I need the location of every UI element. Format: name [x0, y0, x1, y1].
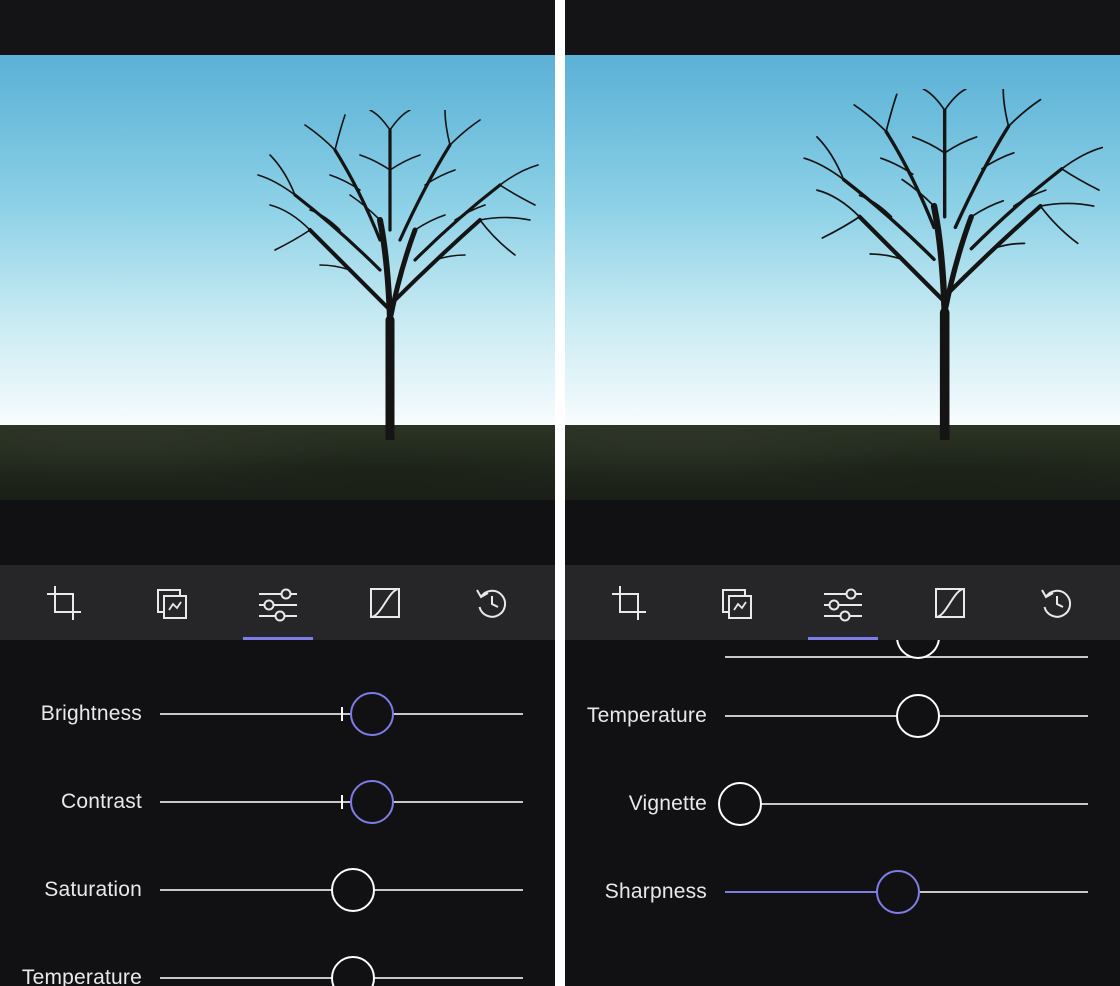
- slider-label: Saturation: [10, 878, 160, 902]
- slider-thumb[interactable]: [350, 692, 394, 736]
- editor-pane-right: Temperature Vignette Sharpness: [565, 0, 1120, 986]
- slider[interactable]: [160, 870, 545, 910]
- photo-tree: [785, 89, 1115, 440]
- adjustments-panel[interactable]: Temperature Vignette Sharpness: [565, 640, 1120, 986]
- tab-revert[interactable]: [447, 565, 537, 640]
- slider[interactable]: [725, 640, 1110, 677]
- slider-thumb[interactable]: [896, 694, 940, 738]
- slider-thumb[interactable]: [331, 868, 375, 912]
- filters-icon: [716, 583, 756, 623]
- tab-curves[interactable]: [340, 565, 430, 640]
- slider-label: Sharpness: [575, 880, 725, 904]
- image-preview[interactable]: [0, 55, 555, 500]
- slider-thumb[interactable]: [718, 782, 762, 826]
- history-icon: [1037, 583, 1077, 623]
- slider-row: Vignette: [575, 760, 1110, 848]
- slider[interactable]: [725, 784, 1110, 824]
- editor-pane-left: Brightness Contrast Saturation Temperature: [0, 0, 555, 986]
- curves-icon: [365, 583, 405, 623]
- slider-row: Temperature: [575, 672, 1110, 760]
- slider-label: Temperature: [10, 966, 160, 986]
- slider-thumb[interactable]: [350, 780, 394, 824]
- slider-row: [575, 642, 1110, 672]
- filters-icon: [151, 583, 191, 623]
- slider[interactable]: [725, 696, 1110, 736]
- tab-crop[interactable]: [584, 565, 674, 640]
- image-preview[interactable]: [565, 55, 1120, 500]
- sliders-icon: [255, 583, 301, 623]
- slider[interactable]: [160, 958, 545, 986]
- tab-revert[interactable]: [1012, 565, 1102, 640]
- adjustments-panel[interactable]: Brightness Contrast Saturation Temperature: [0, 640, 555, 986]
- status-bar: [0, 0, 555, 55]
- tab-crop[interactable]: [19, 565, 109, 640]
- slider-row: Temperature: [10, 934, 545, 986]
- crop-icon: [609, 583, 649, 623]
- slider-row: Contrast: [10, 758, 545, 846]
- slider[interactable]: [725, 872, 1110, 912]
- photo-tree: [240, 110, 550, 440]
- tab-filters[interactable]: [691, 565, 781, 640]
- sliders-icon: [820, 583, 866, 623]
- slider[interactable]: [160, 782, 545, 822]
- tab-curves[interactable]: [905, 565, 995, 640]
- slider-label: Vignette: [575, 792, 725, 816]
- crop-icon: [44, 583, 84, 623]
- status-bar: [565, 0, 1120, 55]
- tab-adjust[interactable]: [233, 565, 323, 640]
- tool-tabs: [565, 565, 1120, 640]
- slider-label: Contrast: [10, 790, 160, 814]
- tool-tabs: [0, 565, 555, 640]
- slider-row: Brightness: [10, 670, 545, 758]
- slider-label: Temperature: [575, 704, 725, 728]
- slider-label: Brightness: [10, 702, 160, 726]
- tab-adjust[interactable]: [798, 565, 888, 640]
- curves-icon: [930, 583, 970, 623]
- slider[interactable]: [160, 694, 545, 734]
- slider-thumb[interactable]: [331, 956, 375, 986]
- slider-row: Sharpness: [575, 848, 1110, 936]
- slider-thumb[interactable]: [876, 870, 920, 914]
- tab-filters[interactable]: [126, 565, 216, 640]
- history-icon: [472, 583, 512, 623]
- slider-row: Saturation: [10, 846, 545, 934]
